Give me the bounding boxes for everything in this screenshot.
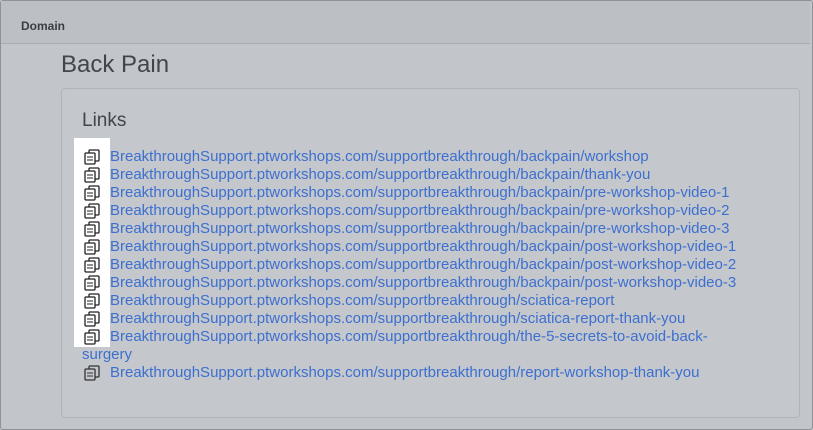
copy-icon[interactable] — [84, 185, 102, 201]
link-url[interactable]: BreakthroughSupport.ptworkshops.com/supp… — [110, 274, 736, 292]
list-item: BreakthroughSupport.ptworkshops.com/supp… — [84, 364, 804, 382]
copy-icon[interactable] — [84, 257, 102, 273]
link-url[interactable]: BreakthroughSupport.ptworkshops.com/supp… — [110, 184, 730, 202]
list-item: BreakthroughSupport.ptworkshops.com/supp… — [84, 274, 804, 292]
link-url-continuation[interactable]: surgery — [82, 346, 132, 364]
copy-icon[interactable] — [84, 203, 102, 219]
link-url[interactable]: BreakthroughSupport.ptworkshops.com/supp… — [110, 310, 685, 328]
links-heading: Links — [82, 110, 127, 131]
copy-icon[interactable] — [84, 311, 102, 327]
list-item: BreakthroughSupport.ptworkshops.com/supp… — [84, 328, 804, 346]
copy-icon[interactable] — [84, 293, 102, 309]
list-item: BreakthroughSupport.ptworkshops.com/supp… — [84, 148, 804, 166]
link-url[interactable]: BreakthroughSupport.ptworkshops.com/supp… — [110, 166, 650, 184]
list-item: BreakthroughSupport.ptworkshops.com/supp… — [84, 310, 804, 328]
link-url[interactable]: BreakthroughSupport.ptworkshops.com/supp… — [110, 202, 730, 220]
link-url[interactable]: BreakthroughSupport.ptworkshops.com/supp… — [110, 256, 736, 274]
link-url[interactable]: BreakthroughSupport.ptworkshops.com/supp… — [110, 364, 699, 382]
list-item: BreakthroughSupport.ptworkshops.com/supp… — [84, 238, 804, 256]
copy-icon[interactable] — [84, 221, 102, 237]
list-item: BreakthroughSupport.ptworkshops.com/supp… — [84, 202, 804, 220]
copy-icon[interactable] — [84, 275, 102, 291]
domain-label: Domain — [21, 19, 66, 33]
list-item: BreakthroughSupport.ptworkshops.com/supp… — [84, 220, 804, 238]
copy-icon[interactable] — [84, 149, 102, 165]
copy-icon[interactable] — [84, 365, 102, 381]
copy-icon[interactable] — [84, 167, 102, 183]
link-url[interactable]: BreakthroughSupport.ptworkshops.com/supp… — [110, 238, 736, 256]
list-item: BreakthroughSupport.ptworkshops.com/supp… — [84, 166, 804, 184]
list-item: BreakthroughSupport.ptworkshops.com/supp… — [84, 184, 804, 202]
link-url[interactable]: BreakthroughSupport.ptworkshops.com/supp… — [110, 328, 708, 346]
link-url[interactable]: BreakthroughSupport.ptworkshops.com/supp… — [110, 292, 614, 310]
link-url[interactable]: BreakthroughSupport.ptworkshops.com/supp… — [110, 148, 649, 166]
copy-icon[interactable] — [84, 329, 102, 345]
page-title: Back Pain — [61, 51, 170, 78]
list-item: BreakthroughSupport.ptworkshops.com/supp… — [84, 256, 804, 274]
list-item: BreakthroughSupport.ptworkshops.com/supp… — [84, 292, 804, 310]
link-url[interactable]: BreakthroughSupport.ptworkshops.com/supp… — [110, 220, 730, 238]
card-header: Domain — [1, 1, 810, 44]
copy-icon[interactable] — [84, 239, 102, 255]
